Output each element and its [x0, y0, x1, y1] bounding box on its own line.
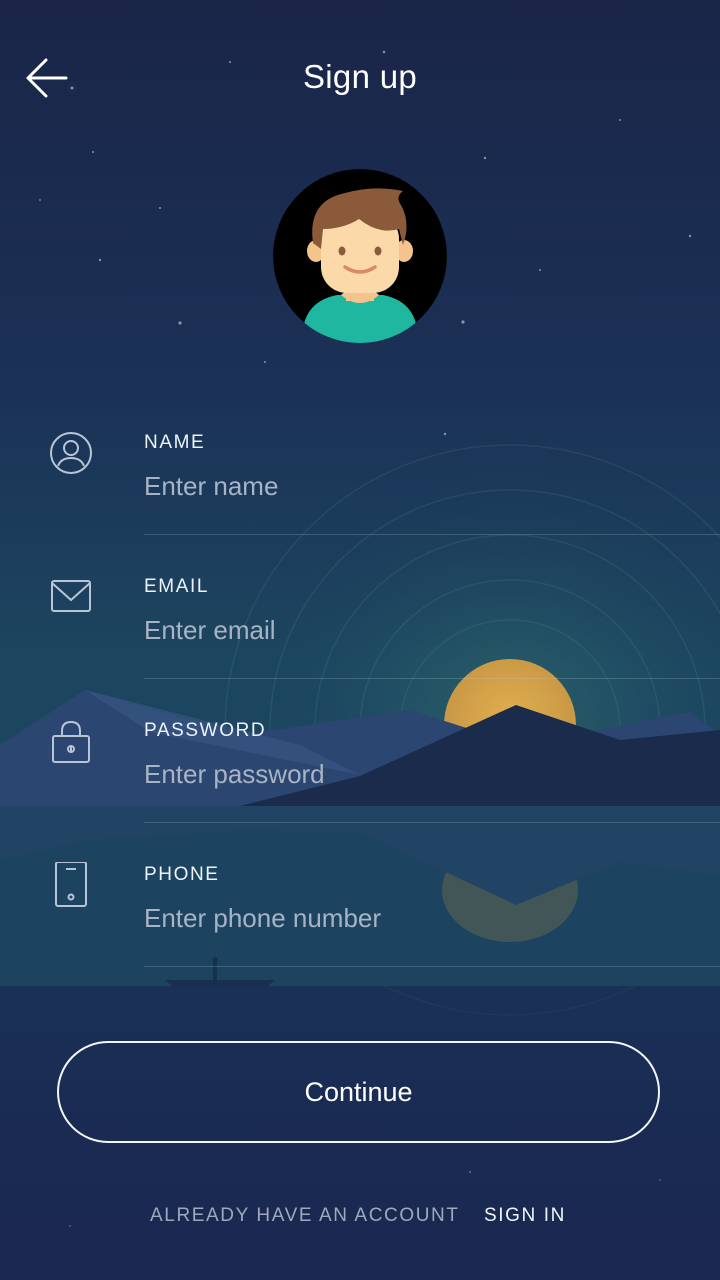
continue-button[interactable]: Continue: [57, 1041, 660, 1143]
phone-divider: [144, 966, 720, 967]
name-label: NAME: [144, 432, 206, 453]
avatar[interactable]: [273, 169, 447, 343]
password-field[interactable]: PASSWORD: [0, 700, 720, 844]
phone-label: PHONE: [144, 864, 220, 885]
email-field[interactable]: EMAIL: [0, 556, 720, 700]
sign-in-link[interactable]: SIGN IN: [484, 1205, 566, 1227]
password-label: PASSWORD: [144, 720, 267, 741]
phone-field[interactable]: PHONE: [0, 844, 720, 988]
name-input[interactable]: [144, 466, 664, 506]
password-input[interactable]: [144, 754, 664, 794]
footer: ALREADY HAVE AN ACCOUNT SIGN IN: [0, 1205, 720, 1233]
name-field[interactable]: NAME: [0, 412, 720, 556]
mail-icon: [51, 580, 91, 612]
phone-input[interactable]: [144, 898, 664, 938]
header: Sign up: [0, 0, 720, 155]
already-have-account-text: ALREADY HAVE AN ACCOUNT: [150, 1205, 460, 1226]
email-input[interactable]: [144, 610, 664, 650]
email-label: EMAIL: [144, 576, 210, 597]
password-divider: [144, 822, 720, 823]
lock-icon: [52, 720, 90, 763]
email-divider: [144, 678, 720, 679]
user-circle-icon: [50, 432, 92, 474]
phone-icon: [55, 862, 87, 907]
page-title: Sign up: [302, 58, 418, 95]
user-avatar-illustration: [273, 169, 447, 343]
name-divider: [144, 534, 720, 535]
